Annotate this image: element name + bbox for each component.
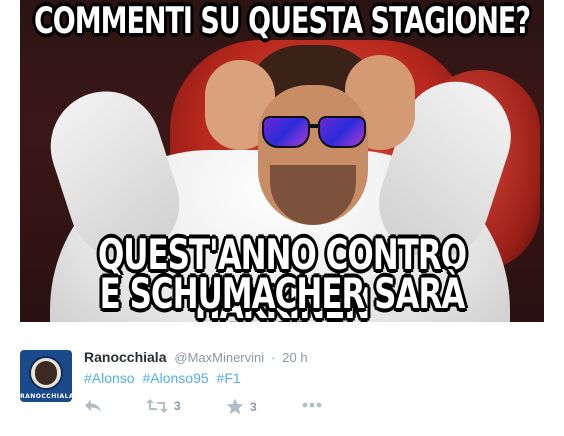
reply-icon [85, 400, 101, 412]
retweet-count: 3 [174, 399, 181, 413]
retweet-icon [146, 399, 168, 413]
meme-image[interactable]: COMMENTI SU QUESTA STAGIONE? QUEST'ANNO … [20, 0, 544, 322]
more-button[interactable] [302, 402, 322, 408]
hashtag-alonso[interactable]: #Alonso [84, 370, 135, 386]
avatar-label: RANOCCHIALA [20, 393, 72, 400]
sunglasses [262, 116, 366, 150]
more-dots-icon [302, 402, 322, 408]
retweet-button[interactable]: 3 [146, 398, 181, 414]
reply-button[interactable] [84, 398, 102, 414]
timestamp[interactable]: 20 h [282, 350, 307, 365]
right-lens [318, 116, 366, 148]
meme-top-text: COMMENTI SU QUESTA STAGIONE? [33, 0, 531, 43]
meme-bottom-text-line2: E SCHUMACHER SARÀ DURISSIMA [99, 270, 466, 322]
favorite-button[interactable]: 3 [226, 398, 257, 415]
separator-dot: · [271, 350, 276, 365]
display-name[interactable]: Ranocchiala [84, 349, 166, 365]
left-lens [262, 116, 310, 148]
tweet-header: Ranocchiala @MaxMinervini · 20 h [84, 349, 308, 365]
avatar-face [35, 361, 57, 385]
favorite-count: 3 [250, 399, 257, 414]
hashtag-f1[interactable]: #F1 [217, 370, 241, 386]
star-icon [226, 398, 244, 415]
hashtag-alonso95[interactable]: #Alonso95 [142, 370, 208, 386]
avatar[interactable]: RANOCCHIALA [20, 350, 72, 402]
tweet-text: #Alonso #Alonso95 #F1 [84, 370, 245, 386]
user-handle[interactable]: @MaxMinervini [174, 350, 264, 365]
